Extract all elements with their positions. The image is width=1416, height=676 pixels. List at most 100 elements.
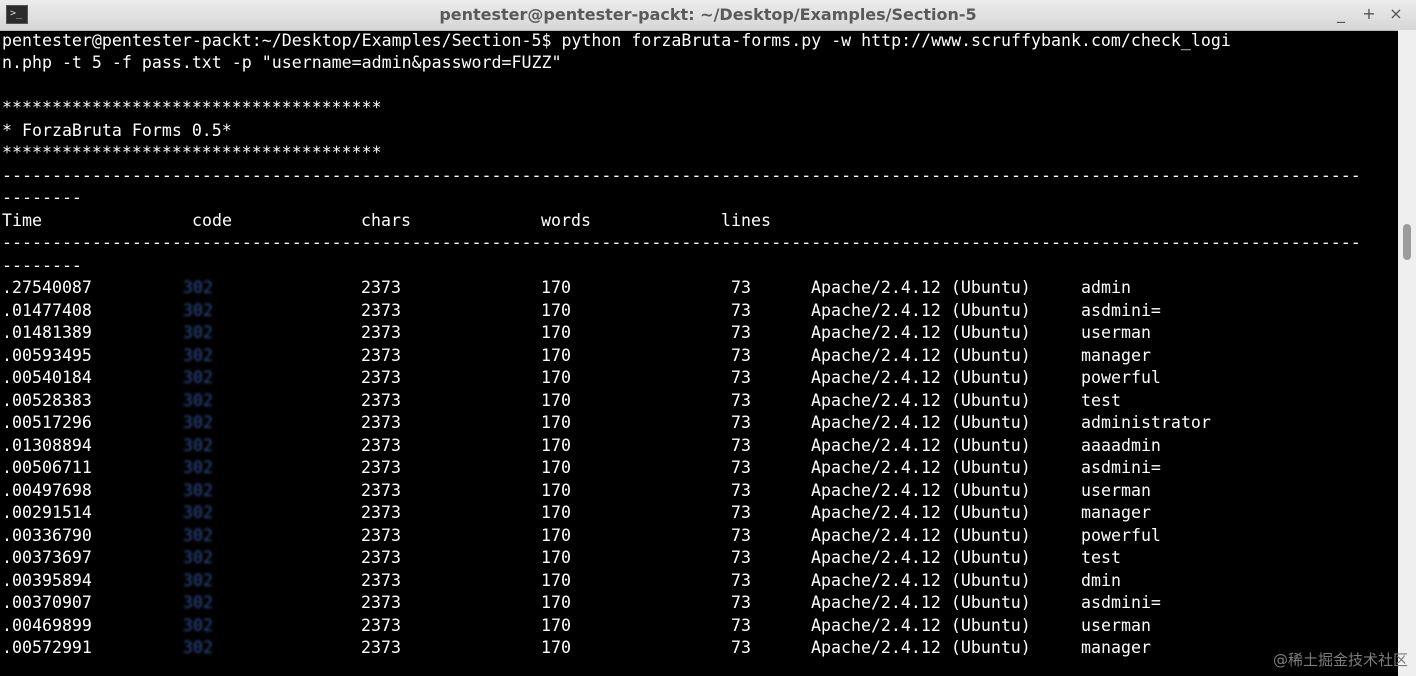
cell-payload: admin [1081,278,1131,297]
cell-payload: asdmini= [1081,300,1161,320]
cell-payload: powerful [1081,368,1161,387]
cell-payload: test [1081,390,1121,410]
maximize-button[interactable]: + [1358,3,1380,25]
table-header: Time code chars words lines [2,210,1392,232]
cell-time: .00336790 [2,525,92,545]
cell-payload: powerful [1081,525,1161,545]
cell-chars: 2373 [361,593,401,612]
header-lines: lines [721,211,771,230]
cell-code: 302 [183,368,213,387]
cell-code: 302 [183,323,213,342]
cell-code: 302 [183,390,213,410]
cell-server: Apache/2.4.12 (Ubuntu) [811,525,1031,545]
cell-server: Apache/2.4.12 (Ubuntu) [811,638,1031,657]
header-time: Time [2,211,42,230]
banner-border-bottom: ************************************** [2,143,382,162]
cell-code: 302 [183,300,213,320]
cell-chars: 2373 [361,458,401,477]
cell-payload: aaaadmin [1081,435,1161,455]
table-row: .00540184 302 2373 170 73 Apache/2.4.12 (Ubun… [2,367,1392,389]
cell-words: 170 [541,548,571,567]
close-button[interactable]: × [1385,3,1407,25]
cell-lines: 73 [731,345,751,365]
cell-words: 170 [541,480,571,500]
cell-server: Apache/2.4.12 (Ubuntu) [811,300,1031,320]
cell-payload: asdmini= [1081,458,1161,477]
cell-server: Apache/2.4.12 (Ubuntu) [811,570,1031,590]
table-row: .27540087 302 2373 170 73 Apache/2.4.12 (Ubun… [2,277,1392,299]
cell-lines: 73 [731,480,751,500]
separator-line: ----------------------------------------… [2,166,1361,185]
cell-chars: 2373 [361,278,401,297]
table-row: .00506711 302 2373 170 73 Apache/2.4.12 (Ubun… [2,457,1392,479]
cell-code: 302 [183,570,213,590]
cell-lines: 73 [731,368,751,387]
banner-title: * ForzaBruta Forms 0.5* [2,121,232,140]
cell-time: .00395894 [2,570,92,590]
cell-chars: 2373 [361,638,401,657]
cell-chars: 2373 [361,503,401,522]
cell-lines: 73 [731,458,751,477]
cell-server: Apache/2.4.12 (Ubuntu) [811,390,1031,410]
cell-lines: 73 [731,615,751,635]
banner-border-top: ************************************** [2,98,382,117]
table-row: .00370907 302 2373 170 73 Apache/2.4.12 (Ubun… [2,592,1392,614]
terminal-output[interactable]: pentester@pentester-packt:~/Desktop/Exam… [0,30,1398,676]
cell-code: 302 [183,593,213,612]
cell-words: 170 [541,413,571,432]
cell-words: 170 [541,593,571,612]
cell-payload: dmin [1081,570,1121,590]
cell-words: 170 [541,525,571,545]
cell-lines: 73 [731,525,751,545]
cell-time: .00528383 [2,390,92,410]
minimize-button[interactable]: _ [1330,3,1352,25]
cell-words: 170 [541,300,571,320]
cell-lines: 73 [731,300,751,320]
command-line: pentester@pentester-packt:~/Desktop/Exam… [2,31,1231,50]
cell-chars: 2373 [361,570,401,590]
scrollbar-thumb[interactable] [1403,224,1411,260]
table-row: .01481389 302 2373 170 73 Apache/2.4.12 (Ubun… [2,322,1392,344]
table-row: .01308894 302 2373 170 73 Apache/2.4.12 (Ubun… [2,435,1392,457]
cell-time: .00291514 [2,503,92,522]
cell-server: Apache/2.4.12 (Ubuntu) [811,503,1031,522]
cell-payload: test [1081,548,1121,567]
watermark: @稀土掘金技术社区 [1272,651,1408,669]
cell-lines: 73 [731,503,751,522]
cell-words: 170 [541,345,571,365]
cell-time: .00370907 [2,593,92,612]
cell-code: 302 [183,345,213,365]
cell-words: 170 [541,323,571,342]
cell-words: 170 [541,570,571,590]
cell-code: 302 [183,413,213,432]
header-chars: chars [361,211,411,230]
table-row: .00528383 302 2373 170 73 Apache/2.4.12 (Ubun… [2,390,1392,412]
scrollbar[interactable] [1398,30,1416,676]
cell-code: 302 [183,548,213,567]
table-row: .00395894 302 2373 170 73 Apache/2.4.12 (Ubun… [2,570,1392,592]
cell-chars: 2373 [361,413,401,432]
cell-chars: 2373 [361,525,401,545]
cell-code: 302 [183,278,213,297]
cell-server: Apache/2.4.12 (Ubuntu) [811,345,1031,365]
cell-words: 170 [541,503,571,522]
cell-chars: 2373 [361,435,401,455]
cell-server: Apache/2.4.12 (Ubuntu) [811,548,1031,567]
cell-words: 170 [541,615,571,635]
table-row: .00469899 302 2373 170 73 Apache/2.4.12 (Ubun… [2,615,1392,637]
title-bar[interactable]: >_ pentester@pentester-packt: ~/Desktop/… [0,0,1416,31]
cell-server: Apache/2.4.12 (Ubuntu) [811,480,1031,500]
separator-line-wrap: -------- [2,256,82,275]
cell-code: 302 [183,435,213,455]
cell-lines: 73 [731,548,751,567]
cell-code: 302 [183,615,213,635]
cell-payload: asdmini= [1081,593,1161,612]
command-line-wrap: n.php -t 5 -f pass.txt -p "username=admi… [2,53,562,72]
cell-payload: manager [1081,503,1151,522]
cell-time: .00572991 [2,638,92,657]
cell-chars: 2373 [361,480,401,500]
cell-time: .01481389 [2,323,92,342]
separator-line: ----------------------------------------… [2,233,1361,252]
table-row: .00336790 302 2373 170 73 Apache/2.4.12 (Ubun… [2,525,1392,547]
cell-payload: administrator [1081,413,1211,432]
